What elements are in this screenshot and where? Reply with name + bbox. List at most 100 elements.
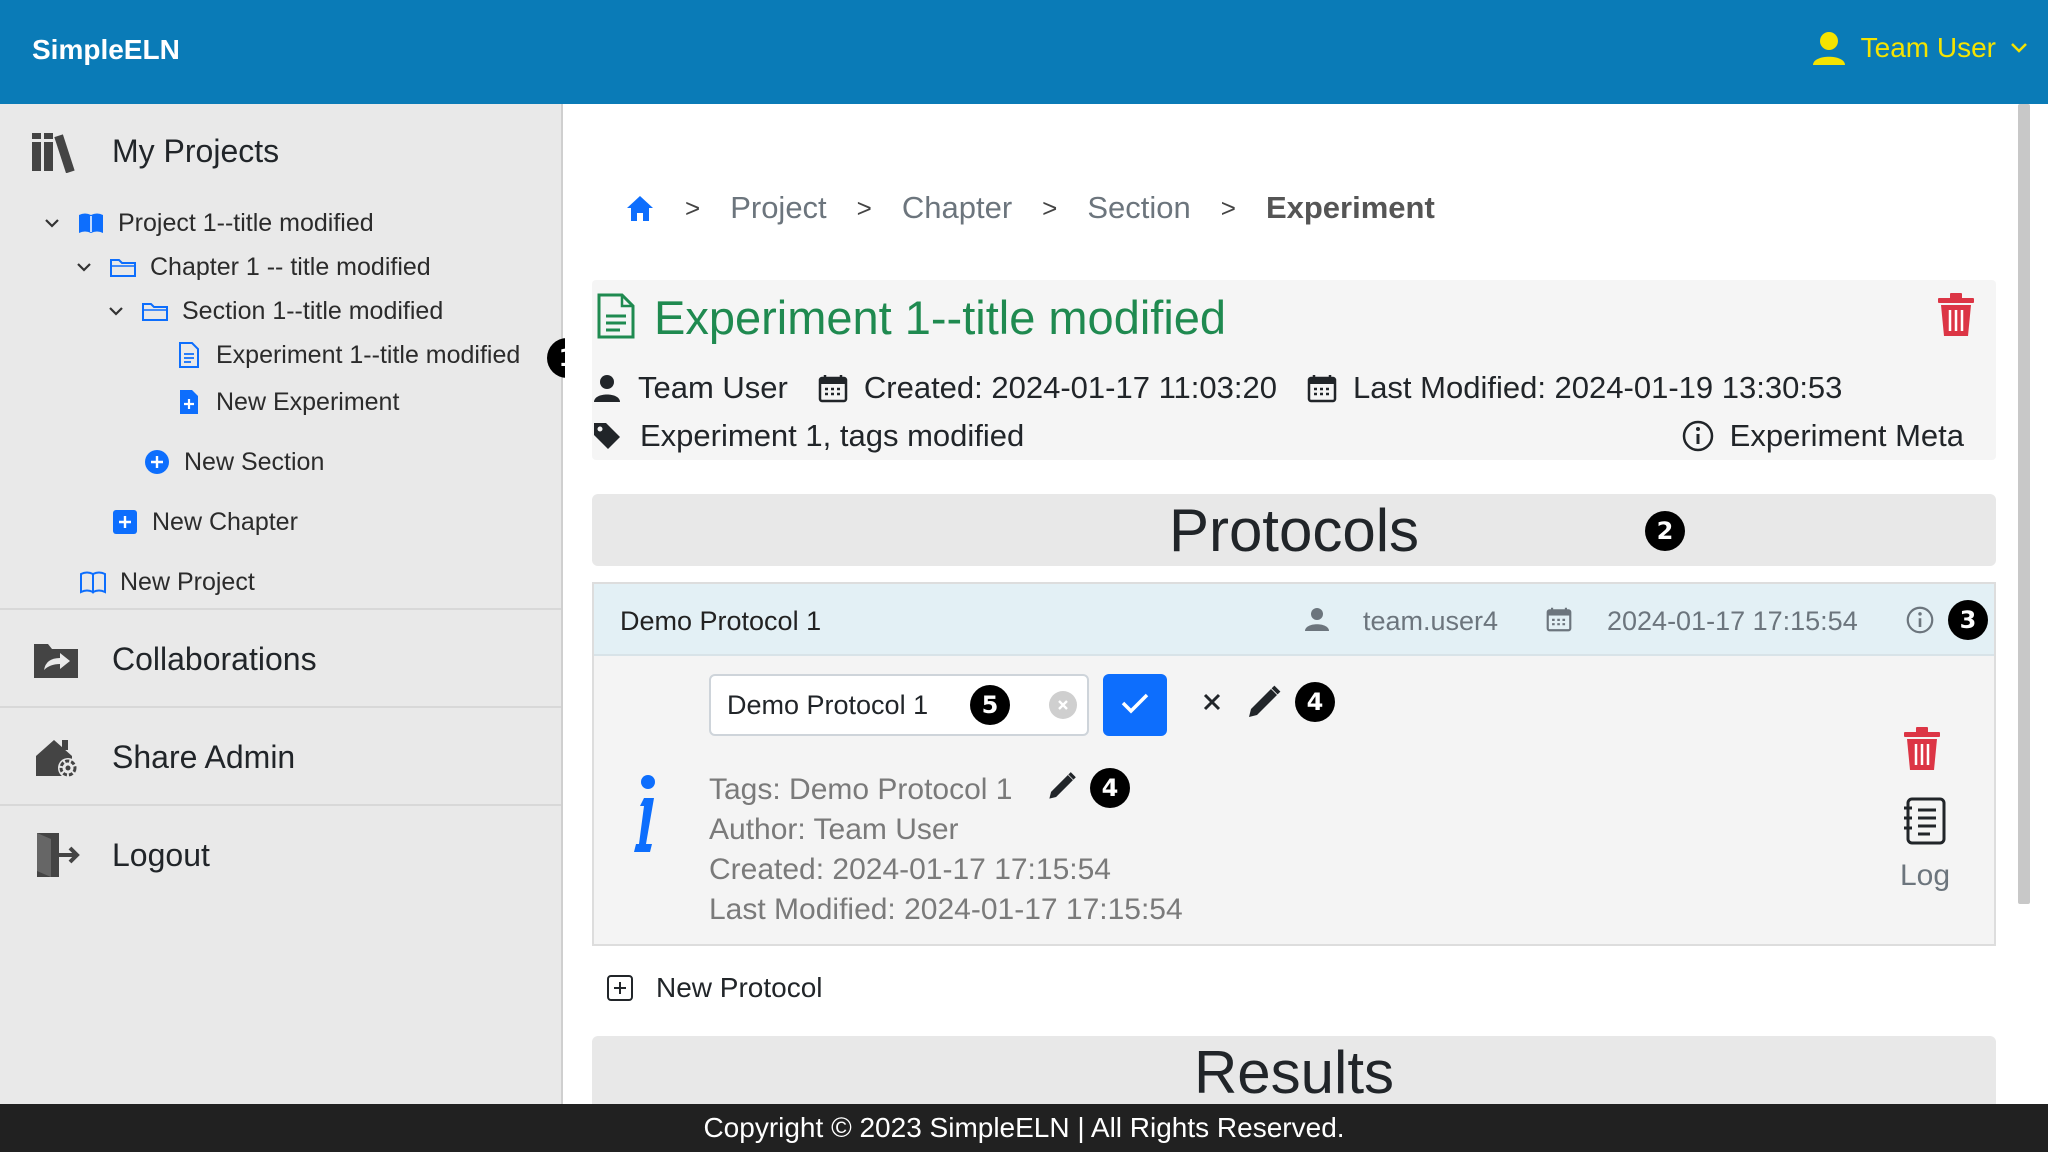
protocol-date: 2024-01-17 17:15:54 bbox=[1607, 606, 1858, 636]
file-plus-icon bbox=[174, 387, 204, 417]
check-icon bbox=[1120, 692, 1150, 719]
edit-tags-button[interactable] bbox=[1040, 766, 1084, 810]
sidebar: My Projects Project 1--title modified Ch… bbox=[0, 104, 563, 1104]
nav-logout[interactable]: Logout bbox=[30, 830, 210, 880]
folder-icon bbox=[108, 252, 138, 282]
tree-chapter[interactable]: Chapter 1 -- title modified bbox=[74, 252, 431, 282]
books-icon bbox=[30, 126, 84, 176]
nav-share-admin-label: Share Admin bbox=[112, 738, 296, 775]
breadcrumb: > Project > Chapter > Section > Experime… bbox=[625, 190, 1435, 226]
protocol-user: team.user4 bbox=[1363, 606, 1499, 636]
tree-new-project-label: New Project bbox=[120, 567, 255, 596]
breadcrumb-chapter[interactable]: Chapter bbox=[902, 190, 1012, 226]
breadcrumb-experiment: Experiment bbox=[1265, 190, 1435, 225]
tree-experiment[interactable]: Experiment 1--title modified bbox=[174, 340, 520, 370]
close-icon bbox=[1202, 692, 1222, 717]
breadcrumb-section[interactable]: Section bbox=[1087, 190, 1190, 226]
file-text-icon bbox=[596, 292, 636, 345]
breadcrumb-project[interactable]: Project bbox=[730, 190, 826, 226]
new-protocol-label: New Protocol bbox=[656, 972, 823, 1003]
tree-section[interactable]: Section 1--title modified bbox=[106, 296, 443, 326]
pencil-icon bbox=[1245, 683, 1283, 726]
tree-new-section[interactable]: New Section bbox=[142, 447, 324, 477]
user-name: Team User bbox=[1860, 32, 1996, 63]
top-navbar: SimpleELN Team User bbox=[0, 0, 2048, 104]
clear-input-icon[interactable] bbox=[1049, 691, 1077, 719]
annotation-badge: 4 bbox=[1090, 768, 1130, 808]
log-label: Log bbox=[1899, 859, 1951, 892]
folder-icon bbox=[140, 296, 170, 326]
tree-new-project[interactable]: New Project bbox=[78, 567, 255, 597]
experiment-meta-row: Team User Created: 2024-01-17 11:03:20 L… bbox=[592, 370, 1842, 406]
protocol-created: Created: 2024-01-17 17:15:54 bbox=[709, 853, 1111, 886]
home-icon[interactable] bbox=[625, 194, 655, 222]
plus-circle-icon bbox=[142, 447, 172, 477]
protocols-heading: Protocols bbox=[592, 494, 1996, 566]
tree-section-label: Section 1--title modified bbox=[182, 296, 444, 325]
tags-icon bbox=[592, 421, 624, 451]
house-gear-icon bbox=[30, 732, 84, 782]
trash-icon[interactable] bbox=[1902, 726, 1942, 777]
nav-share-admin[interactable]: Share Admin bbox=[30, 732, 295, 782]
tree-new-experiment[interactable]: New Experiment bbox=[174, 387, 399, 417]
tree-new-experiment-label: New Experiment bbox=[216, 387, 400, 416]
nav-collaborations[interactable]: Collaborations bbox=[30, 634, 317, 684]
person-icon bbox=[592, 373, 622, 403]
confirm-button[interactable] bbox=[1103, 674, 1167, 736]
scrollbar[interactable] bbox=[2018, 104, 2030, 904]
experiment-last-modified: Last Modified: 2024-01-19 13:30:53 bbox=[1352, 370, 1843, 405]
user-icon bbox=[1811, 30, 1847, 66]
protocol-name: Demo Protocol 1 bbox=[620, 606, 822, 636]
experiment-author: Team User bbox=[638, 370, 788, 405]
chevron-down-icon[interactable] bbox=[106, 306, 126, 316]
brand-logo[interactable]: SimpleELN bbox=[32, 34, 180, 66]
person-icon bbox=[1304, 606, 1330, 637]
tree-project-label: Project 1--title modified bbox=[118, 208, 374, 237]
experiment-tags-row: Experiment 1, tags modified bbox=[592, 418, 1024, 454]
book-open-outline-icon bbox=[78, 567, 108, 597]
protocol-header[interactable]: Demo Protocol 1 team.user4 2024-01-17 17… bbox=[594, 584, 1994, 656]
annotation-badge: 4 bbox=[1295, 682, 1335, 722]
tree-project[interactable]: Project 1--title modified bbox=[42, 208, 374, 238]
footer: Copyright © 2023 SimpleELN | All Rights … bbox=[0, 1104, 2048, 1152]
new-protocol-button[interactable]: New Protocol bbox=[606, 972, 823, 1004]
chevron-down-icon[interactable] bbox=[74, 262, 94, 272]
nav-collaborations-label: Collaborations bbox=[112, 640, 317, 677]
protocol-last-modified: Last Modified: 2024-01-17 17:15:54 bbox=[709, 893, 1183, 926]
edit-title-button[interactable] bbox=[1242, 682, 1286, 726]
info-circle-icon bbox=[1682, 420, 1714, 452]
tree-new-chapter-label: New Chapter bbox=[152, 507, 298, 536]
experiment-title[interactable]: Experiment 1--title modified bbox=[654, 290, 1226, 345]
annotation-badge: 2 bbox=[1645, 511, 1685, 551]
protocol-title-input[interactable] bbox=[709, 674, 1089, 736]
log-button[interactable]: Log bbox=[1890, 796, 1960, 893]
door-exit-icon bbox=[30, 830, 84, 880]
calendar-icon bbox=[1307, 373, 1337, 403]
chevron-down-icon[interactable] bbox=[42, 218, 62, 228]
tree-chapter-label: Chapter 1 -- title modified bbox=[150, 252, 431, 281]
plus-square-icon bbox=[110, 507, 140, 537]
tree-new-chapter[interactable]: New Chapter bbox=[110, 507, 298, 537]
nav-my-projects-label: My Projects bbox=[112, 132, 280, 169]
user-menu[interactable]: Team User bbox=[1811, 30, 2028, 66]
nav-my-projects[interactable]: My Projects bbox=[30, 126, 279, 176]
experiment-tags[interactable]: Experiment 1, tags modified bbox=[640, 418, 1024, 454]
breadcrumb-separator: > bbox=[685, 192, 701, 223]
experiment-meta-button[interactable]: Experiment Meta bbox=[1682, 418, 1964, 454]
pencil-icon bbox=[1046, 770, 1078, 807]
divider bbox=[0, 706, 561, 708]
chevron-down-icon bbox=[2010, 42, 2028, 54]
experiment-meta-label: Experiment Meta bbox=[1729, 418, 1964, 453]
breadcrumb-separator: > bbox=[856, 192, 872, 223]
breadcrumb-separator: > bbox=[1042, 192, 1058, 223]
experiment-created: Created: 2024-01-17 11:03:20 bbox=[863, 370, 1277, 405]
info-circle-icon[interactable] bbox=[1906, 606, 1934, 639]
calendar-icon bbox=[1546, 606, 1572, 637]
tree-new-section-label: New Section bbox=[184, 447, 325, 476]
annotation-badge: 5 bbox=[970, 685, 1010, 725]
cancel-button[interactable] bbox=[1192, 684, 1232, 724]
trash-icon[interactable] bbox=[1936, 292, 1976, 343]
protocol-card: Demo Protocol 1 team.user4 2024-01-17 17… bbox=[592, 582, 1996, 946]
nav-logout-label: Logout bbox=[112, 836, 210, 873]
folder-share-icon bbox=[30, 634, 84, 684]
